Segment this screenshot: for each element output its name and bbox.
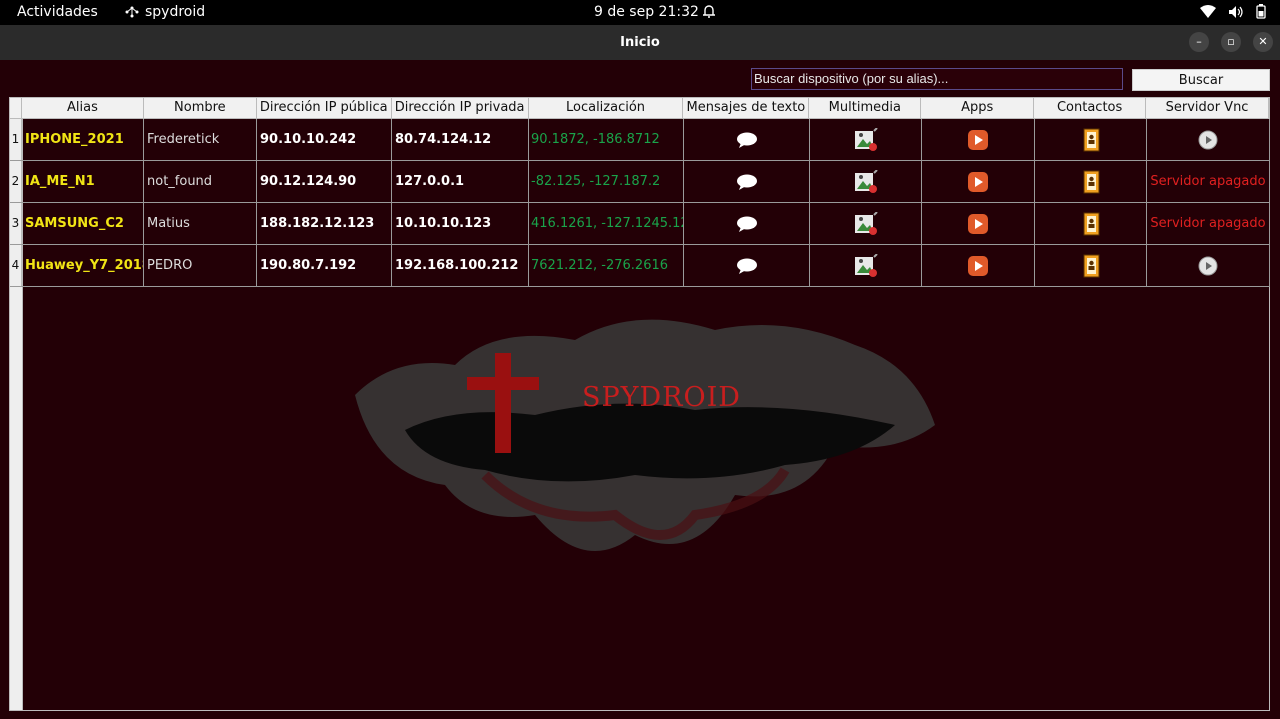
ip-publica-cell[interactable]: 90.10.10.242 [257,119,392,160]
search-input[interactable] [751,68,1123,90]
vnc-status-cell[interactable]: Servidor apagado [1147,203,1270,244]
localizacion-cell[interactable]: -82.125, -127.187.2 [529,161,684,202]
address-book-icon[interactable] [1082,212,1100,236]
table-header: Alias Nombre Dirección IP pública Direcc… [10,98,1269,119]
table-row[interactable]: 1 IPHONE_2021 Frederetick 90.10.10.242 8… [10,119,1270,161]
mensajes-cell[interactable] [684,161,810,202]
window-titlebar: Inicio – ▫ ✕ [0,25,1280,60]
table-row[interactable]: 3 SAMSUNG_C2 Matius 188.182.12.123 10.10… [10,203,1270,245]
alarm-icon [702,4,716,23]
multimedia-cell[interactable] [810,245,922,286]
row-number[interactable]: 2 [10,161,22,202]
row-number[interactable]: 1 [10,119,22,160]
clock[interactable]: 9 de sep 21:32 [594,4,699,20]
row-number[interactable]: 4 [10,245,22,286]
devices-table: Alias Nombre Dirección IP pública Direcc… [9,97,1270,711]
alias-cell[interactable]: Huawey_Y7_2018 [22,245,144,286]
vnc-cell[interactable] [1147,245,1270,286]
close-button[interactable]: ✕ [1253,32,1273,52]
col-header-alias[interactable]: Alias [22,98,144,118]
table-corner[interactable] [10,98,22,118]
col-header-vnc[interactable]: Servidor Vnc [1146,98,1269,118]
app-menu[interactable]: spydroid [124,4,205,20]
picture-icon[interactable] [853,127,879,152]
col-header-localizacion[interactable]: Localización [529,98,684,118]
apps-cell[interactable] [922,161,1035,202]
ip-privada-cell[interactable]: 127.0.0.1 [392,161,529,202]
table-row[interactable]: 2 IA_ME_N1 not_found 90.12.124.90 127.0.… [10,161,1270,203]
app-name-label: spydroid [145,4,206,20]
maximize-button[interactable]: ▫ [1221,32,1241,52]
speech-bubble-icon[interactable] [736,215,758,233]
play-circle-icon[interactable] [1198,130,1218,150]
battery-icon [1256,4,1266,19]
col-header-apps[interactable]: Apps [921,98,1035,118]
activities-button[interactable]: Actividades [17,4,98,20]
col-header-mensajes[interactable]: Mensajes de texto [683,98,810,118]
multimedia-cell[interactable] [810,203,922,244]
ip-privada-cell[interactable]: 80.74.124.12 [392,119,529,160]
speech-bubble-icon[interactable] [736,131,758,149]
window-title: Inicio [620,35,660,50]
ip-privada-cell[interactable]: 192.168.100.212 [392,245,529,286]
ip-publica-cell[interactable]: 90.12.124.90 [257,161,392,202]
mensajes-cell[interactable] [684,245,810,286]
localizacion-cell[interactable]: 416.1261, -127.1245.12 [529,203,684,244]
nombre-cell[interactable]: PEDRO [144,245,257,286]
apps-cell[interactable] [922,119,1035,160]
speech-bubble-icon[interactable] [736,173,758,191]
contactos-cell[interactable] [1035,245,1147,286]
picture-icon[interactable] [853,253,879,278]
nombre-cell[interactable]: Frederetick [144,119,257,160]
col-header-ip-publica[interactable]: Dirección IP pública [257,98,392,118]
col-header-multimedia[interactable]: Multimedia [809,98,922,118]
table-row[interactable]: 4 Huawey_Y7_2018 PEDRO 190.80.7.192 192.… [10,245,1270,287]
mensajes-cell[interactable] [684,119,810,160]
system-tray[interactable] [1200,4,1266,19]
speech-bubble-icon[interactable] [736,257,758,275]
play-app-icon[interactable] [967,129,989,151]
vnc-status-cell[interactable]: Servidor apagado [1147,161,1270,202]
nombre-cell[interactable]: not_found [144,161,257,202]
play-app-icon[interactable] [967,171,989,193]
system-top-bar: Actividades spydroid 9 de sep 21:32 [0,0,1280,25]
picture-icon[interactable] [853,211,879,236]
alias-cell[interactable]: SAMSUNG_C2 [22,203,144,244]
contactos-cell[interactable] [1035,203,1147,244]
apps-cell[interactable] [922,245,1035,286]
network-graph-icon [125,6,139,18]
alias-cell[interactable]: IA_ME_N1 [22,161,144,202]
wifi-icon [1200,5,1216,18]
address-book-icon[interactable] [1082,128,1100,152]
minimize-button[interactable]: – [1189,32,1209,52]
col-header-contactos[interactable]: Contactos [1034,98,1147,118]
localizacion-cell[interactable]: 7621.212, -276.2616 [529,245,684,286]
ip-publica-cell[interactable]: 190.80.7.192 [257,245,392,286]
play-circle-icon[interactable] [1198,256,1218,276]
nombre-cell[interactable]: Matius [144,203,257,244]
col-header-nombre[interactable]: Nombre [144,98,257,118]
row-number[interactable]: 3 [10,203,22,244]
alias-cell[interactable]: IPHONE_2021 [22,119,144,160]
localizacion-cell[interactable]: 90.1872, -186.8712 [529,119,684,160]
multimedia-cell[interactable] [810,161,922,202]
contactos-cell[interactable] [1035,161,1147,202]
vnc-cell[interactable] [1147,119,1270,160]
play-app-icon[interactable] [967,213,989,235]
apps-cell[interactable] [922,203,1035,244]
address-book-icon[interactable] [1082,254,1100,278]
ip-publica-cell[interactable]: 188.182.12.123 [257,203,392,244]
mensajes-cell[interactable] [684,203,810,244]
main-content: SPYDROID Buscar Alias Nombre Dirección I… [0,60,1280,719]
contactos-cell[interactable] [1035,119,1147,160]
col-header-ip-privada[interactable]: Dirección IP privada [392,98,529,118]
picture-icon[interactable] [853,169,879,194]
ip-privada-cell[interactable]: 10.10.10.123 [392,203,529,244]
table-body: 1 IPHONE_2021 Frederetick 90.10.10.242 8… [10,119,1270,287]
address-book-icon[interactable] [1082,170,1100,194]
multimedia-cell[interactable] [810,119,922,160]
volume-icon [1229,5,1243,18]
play-app-icon[interactable] [967,255,989,277]
search-button[interactable]: Buscar [1132,69,1270,91]
